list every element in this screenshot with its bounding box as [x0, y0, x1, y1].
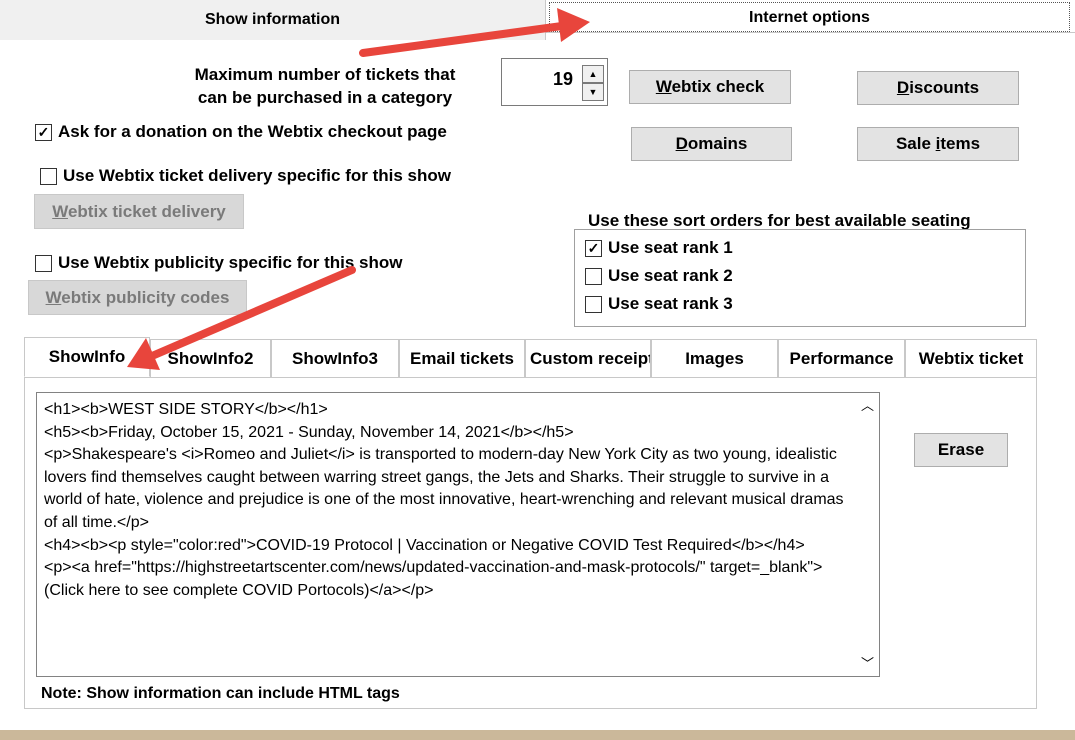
arrow-to-internet-options-icon	[359, 8, 590, 57]
arrow-to-showinfo-tab-icon	[127, 266, 356, 370]
annotation-arrows	[127, 8, 590, 370]
